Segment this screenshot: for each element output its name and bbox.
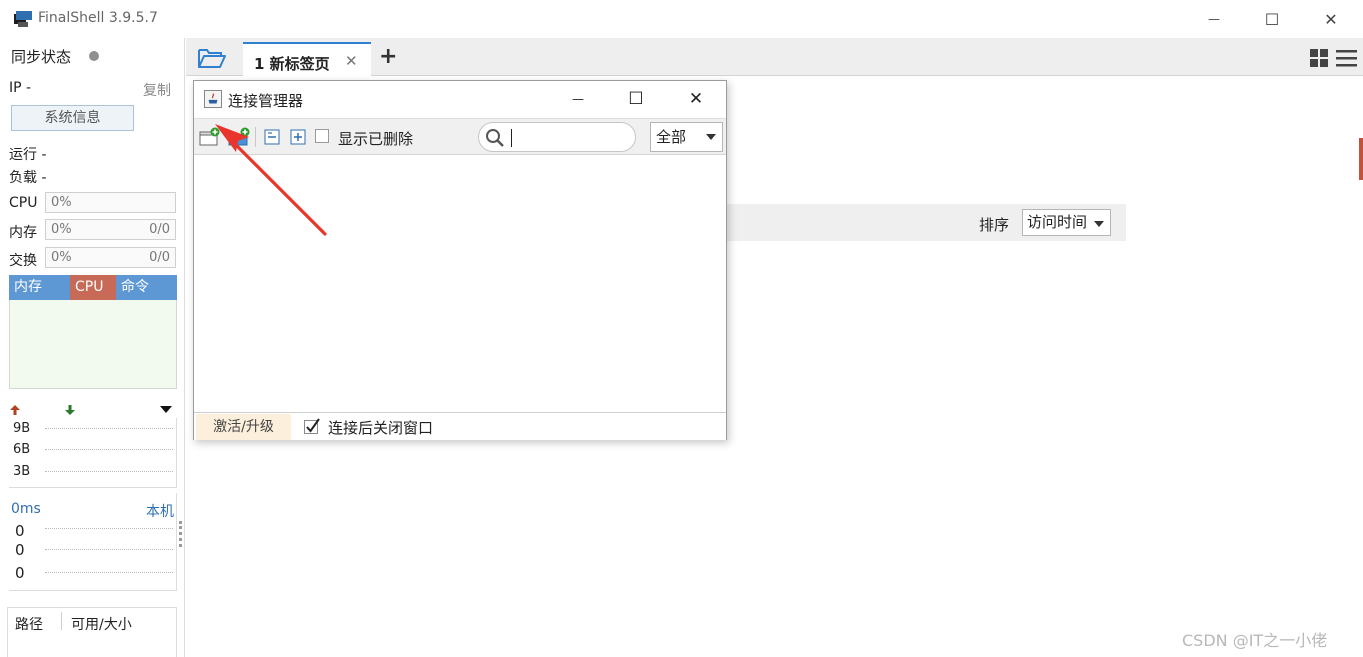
latency-scale-mid: 0 [15, 541, 25, 559]
latency-chart: 0ms 本机 0 0 0 [9, 493, 177, 591]
process-list[interactable] [9, 300, 177, 389]
dialog-title: 连接管理器 [228, 92, 304, 110]
annotation-arrow-icon [215, 124, 327, 236]
upload-arrow-icon [10, 405, 20, 415]
tab-process-command[interactable]: 命令 [116, 275, 177, 300]
close-after-connect-checkbox[interactable] [304, 418, 321, 435]
dialog-titlebar: 连接管理器 — ☐ ✕ [194, 81, 726, 118]
copy-ip-link[interactable]: 复制 [143, 80, 171, 100]
mem-value: 0% [51, 222, 72, 237]
process-tabs: 内存 CPU 命令 [9, 275, 177, 300]
mem-detail: 0/0 [149, 222, 170, 237]
chevron-down-icon [1094, 221, 1104, 227]
server-status-sidebar: 同步状态 IP - 复制 系统信息 运行 - 负载 - CPU 0% 内存 0%… [0, 38, 185, 657]
close-icon: ✕ [1324, 9, 1338, 29]
tab-label: 1 新标签页 [254, 55, 330, 73]
app-title: FinalShell 3.9.5.7 [38, 10, 158, 26]
latency-gridline [45, 549, 173, 550]
minimize-icon: — [1208, 12, 1220, 26]
tab-process-cpu[interactable]: CPU [70, 275, 116, 300]
watermark-text: CSDN @IT之一小佬 [1182, 631, 1328, 650]
network-interface-dropdown-icon[interactable] [160, 405, 172, 415]
cpu-value: 0% [51, 195, 72, 210]
close-button[interactable]: ✕ [1308, 6, 1354, 32]
sync-status-label: 同步状态 [11, 48, 72, 66]
maximize-icon: ☐ [628, 89, 644, 109]
net-gridline [45, 428, 173, 429]
sort-bar: 排序 访问时间 [727, 204, 1126, 241]
uptime-label: 运行 - [9, 147, 47, 163]
mem-meter: 0% 0/0 [45, 219, 176, 240]
grid-view-icon[interactable] [1310, 49, 1328, 67]
layout-toggle-icons [1310, 49, 1357, 67]
panel-resize-handle[interactable] [179, 521, 182, 547]
dialog-footer: 激活/升级 连接后关闭窗口 [194, 412, 726, 440]
latency-gridline [45, 528, 173, 529]
latency-host[interactable]: 本机 [146, 501, 174, 521]
latency-scale-low: 0 [15, 564, 25, 582]
latency-scale-top: 0 [15, 522, 25, 540]
tab-new-tab[interactable]: 1 新标签页 ✕ [243, 42, 371, 76]
mem-label: 内存 [9, 225, 37, 241]
activate-upgrade-button[interactable]: 激活/升级 [196, 414, 291, 440]
dialog-close-button[interactable]: ✕ [676, 88, 716, 110]
swap-detail: 0/0 [149, 250, 170, 265]
minimize-button[interactable]: — [1191, 6, 1237, 32]
sync-status-dot [89, 51, 99, 61]
close-after-connect-label: 连接后关闭窗口 [328, 419, 434, 437]
sort-select[interactable]: 访问时间 [1022, 209, 1111, 236]
net-scale-mid: 6B [13, 442, 31, 457]
net-scale-low: 3B [13, 464, 31, 479]
maximize-icon: ☐ [1264, 9, 1280, 29]
show-deleted-label: 显示已删除 [338, 130, 414, 148]
disk-path-header: 路径 [15, 617, 43, 633]
sort-label: 排序 [979, 216, 1010, 234]
net-gridline [45, 449, 173, 450]
latency-value: 0ms [11, 501, 41, 517]
swap-label: 交换 [9, 253, 37, 269]
network-chart: 9B 6B 3B [9, 418, 177, 488]
add-tab-button[interactable]: + [379, 44, 397, 69]
ip-label: IP - [9, 80, 32, 96]
column-divider [61, 612, 62, 630]
search-input[interactable] [478, 122, 636, 152]
disk-available-header: 可用/大小 [71, 617, 132, 633]
session-tabbar: 1 新标签页 ✕ + [186, 38, 1363, 76]
dialog-maximize-button[interactable]: ☐ [616, 88, 656, 110]
search-icon [486, 129, 504, 147]
java-app-icon [204, 90, 222, 108]
load-label: 负载 - [9, 170, 47, 186]
maximize-button[interactable]: ☐ [1249, 6, 1295, 32]
swap-value: 0% [51, 250, 72, 265]
chevron-down-icon [706, 134, 716, 140]
sort-select-value: 访问时间 [1027, 213, 1088, 231]
net-gridline [45, 471, 173, 472]
close-icon: ✕ [688, 89, 704, 109]
minimize-icon: — [572, 92, 584, 106]
window-titlebar: FinalShell 3.9.5.7 — ☐ ✕ [0, 0, 1363, 38]
cpu-meter: 0% [45, 192, 176, 213]
group-filter-select[interactable]: 全部 [650, 122, 723, 152]
tab-process-mem[interactable]: 内存 [9, 275, 70, 300]
system-info-button[interactable]: 系统信息 [11, 105, 134, 131]
cpu-label: CPU [9, 195, 38, 211]
app-logo-icon [14, 11, 32, 27]
edge-accent [1359, 138, 1363, 180]
net-scale-top: 9B [13, 421, 31, 436]
text-caret [511, 129, 512, 147]
latency-gridline [45, 572, 173, 573]
tab-close-icon[interactable]: ✕ [345, 52, 358, 70]
menu-icon[interactable] [1336, 50, 1357, 67]
open-folder-icon[interactable] [198, 47, 226, 69]
swap-meter: 0% 0/0 [45, 247, 176, 268]
filter-select-value: 全部 [656, 128, 687, 146]
download-arrow-icon [65, 405, 75, 415]
disk-table: 路径 可用/大小 [7, 607, 177, 657]
dialog-minimize-button[interactable]: — [558, 88, 598, 110]
